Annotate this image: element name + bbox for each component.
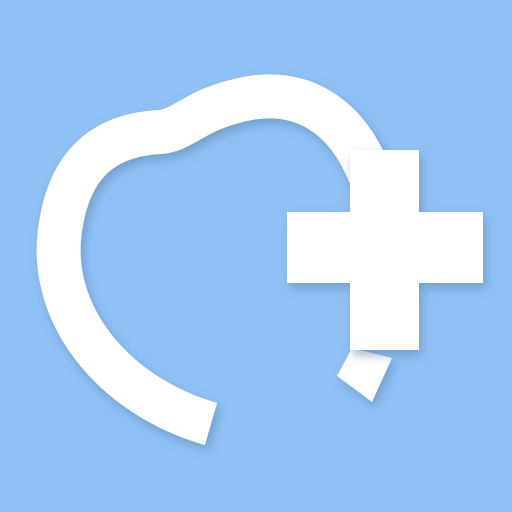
app-icon [0,0,512,512]
dental-care-icon [0,0,512,512]
